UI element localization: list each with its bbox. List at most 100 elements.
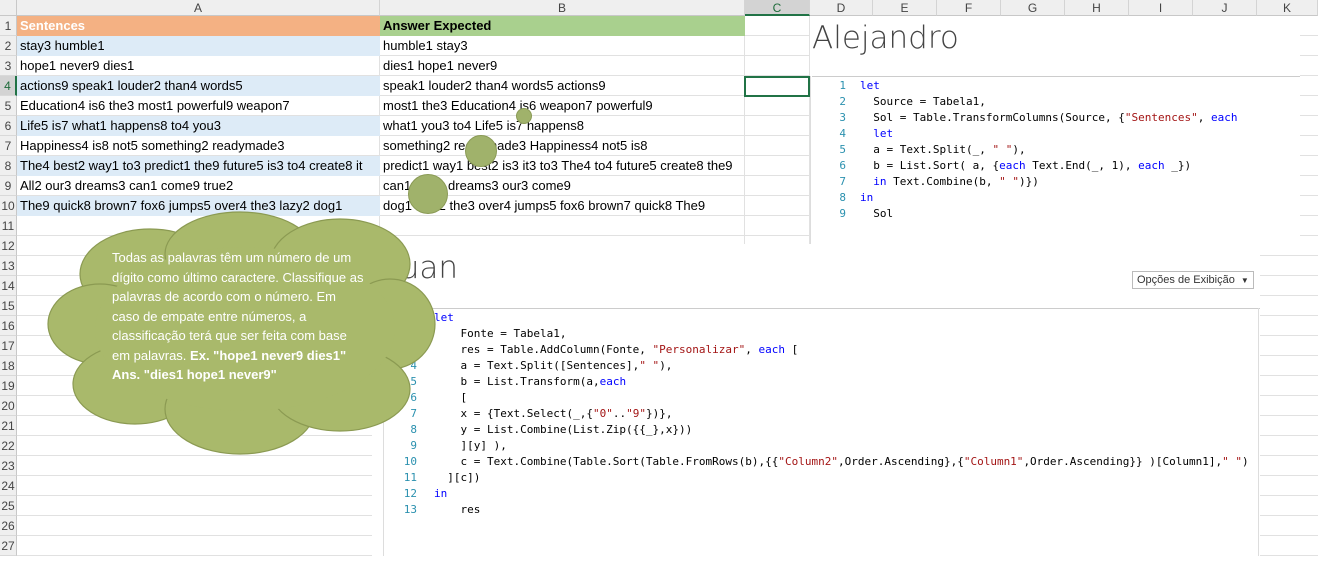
row-header-5[interactable]: 5: [0, 96, 17, 116]
row-header-3[interactable]: 3: [0, 56, 17, 76]
row-header-20[interactable]: 20: [0, 396, 17, 416]
cell-sentence[interactable]: Education4 is6 the3 most1 powerful9 weap…: [17, 96, 380, 116]
row-header-21[interactable]: 21: [0, 416, 17, 436]
row-header-8[interactable]: 8: [0, 156, 17, 176]
column-header-e[interactable]: E: [873, 0, 937, 16]
thought-bubble-large: [408, 174, 448, 214]
row-header-2[interactable]: 2: [0, 36, 17, 56]
cell-answer[interactable]: something2 readymade3 Happiness4 not5 is…: [380, 136, 745, 156]
alejandro-code-editor[interactable]: 1 let 2 Source = Tabela1, 3 Sol = Table.Tra…: [810, 78, 1300, 222]
code-line: 7 x = {Text.Select(_,{"0".."9"})},: [384, 406, 1260, 422]
code-line: 9 ][y] ),: [384, 438, 1260, 454]
row-header-1[interactable]: 1: [0, 16, 17, 36]
cell-sentence[interactable]: Happiness4 is8 not5 something2 readymade…: [17, 136, 380, 156]
column-header-h[interactable]: H: [1065, 0, 1129, 16]
cell-answer[interactable]: humble1 stay3: [380, 36, 745, 56]
display-options-dropdown[interactable]: Opções de Exibição ▼: [1132, 271, 1254, 289]
row-header-16[interactable]: 16: [0, 316, 17, 336]
row-header-14[interactable]: 14: [0, 276, 17, 296]
row-header-27[interactable]: 27: [0, 536, 17, 556]
cloud-callout-text: Todas as palavras têm um número de um dí…: [112, 248, 364, 385]
luan-code-editor[interactable]: 1let2 Fonte = Tabela1,3 res = Table.AddC…: [384, 310, 1260, 518]
column-header-f[interactable]: F: [937, 0, 1001, 16]
thought-bubble-small: [516, 108, 532, 124]
row-header-19[interactable]: 19: [0, 376, 17, 396]
column-header-i[interactable]: I: [1129, 0, 1193, 16]
code-line: 11 ][c]): [384, 470, 1260, 486]
code-line: 12 in: [384, 486, 1260, 502]
cell-answer[interactable]: what1 you3 to4 Life5 is7 happens8: [380, 116, 745, 136]
code-text: ][c]): [434, 471, 481, 484]
column-header-d[interactable]: D: [810, 0, 873, 16]
active-cell[interactable]: [744, 76, 810, 97]
row-header-6[interactable]: 6: [0, 116, 17, 136]
row-header-18[interactable]: 18: [0, 356, 17, 376]
code-text: Sol: [860, 207, 894, 220]
alejandro-panel: Alejandro 1 let 2 Source = Tabela1, 3 Sol =…: [810, 16, 1300, 244]
row-header-26[interactable]: 26: [0, 516, 17, 536]
row-header-11[interactable]: 11: [0, 216, 17, 236]
cell-answer[interactable]: dies1 hope1 never9: [380, 56, 745, 76]
select-all-corner[interactable]: [0, 0, 17, 16]
code-text: res: [434, 503, 481, 516]
line-number: 13: [403, 503, 417, 516]
column-header-c[interactable]: C: [745, 0, 810, 16]
row-header-24[interactable]: 24: [0, 476, 17, 496]
cell-sentence[interactable]: Life5 is7 what1 happens8 to4 you3: [17, 116, 380, 136]
display-options-label: Opções de Exibição: [1137, 274, 1235, 286]
code-line: 3 Sol = Table.TransformColumns(Source, {…: [810, 110, 1300, 126]
column-header-k[interactable]: K: [1257, 0, 1318, 16]
code-line: 6 b = List.Sort( a, {each Text.End(_, 1)…: [810, 158, 1300, 174]
cell-answer[interactable]: predict1 way1 best2 is3 it3 to3 The4 to4…: [380, 156, 745, 176]
code-line: 13 res: [384, 502, 1260, 518]
code-text: in: [434, 487, 448, 500]
code-text: c = Text.Combine(Table.Sort(Table.FromRo…: [434, 455, 1249, 468]
row-header-15[interactable]: 15: [0, 296, 17, 316]
code-line: 7 in Text.Combine(b, " ")}): [810, 174, 1300, 190]
code-text: a = Text.Split([Sentences]," "),: [434, 359, 673, 372]
header-answer-expected[interactable]: Answer Expected: [380, 16, 745, 36]
code-line: 4 let: [810, 126, 1300, 142]
alejandro-title: Alejandro: [812, 20, 959, 56]
code-line: 2 Source = Tabela1,: [810, 94, 1300, 110]
row-header-10[interactable]: 10: [0, 196, 17, 216]
code-text: let: [860, 79, 880, 92]
cell-sentence[interactable]: The4 best2 way1 to3 predict1 the9 future…: [17, 156, 380, 176]
code-text: Sol = Table.TransformColumns(Source, {"S…: [860, 111, 1238, 124]
column-header-g[interactable]: G: [1001, 0, 1065, 16]
row-header-22[interactable]: 22: [0, 436, 17, 456]
cell-sentence[interactable]: hope1 never9 dies1: [17, 56, 380, 76]
cell-answer[interactable]: most1 the3 Education4 is6 weapon7 powerf…: [380, 96, 745, 116]
code-line: 1let: [384, 310, 1260, 326]
line-number: 7: [839, 175, 846, 188]
code-text: in Text.Combine(b, " ")}): [873, 175, 1039, 188]
cell-sentence[interactable]: stay3 humble1: [17, 36, 380, 56]
luan-panel: Luan Opções de Exibição ▼ 1let2 Fonte = …: [372, 244, 1260, 573]
cell-sentence[interactable]: All2 our3 dreams3 can1 come9 true2: [17, 176, 380, 196]
line-number: 4: [839, 127, 846, 140]
cell-sentence[interactable]: actions9 speak1 louder2 than4 words5: [17, 76, 380, 96]
header-sentences[interactable]: Sentences: [17, 16, 380, 36]
row-header-7[interactable]: 7: [0, 136, 17, 156]
code-line: 10 c = Text.Combine(Table.Sort(Table.Fro…: [384, 454, 1260, 470]
code-line: 3 res = Table.AddColumn(Fonte, "Personal…: [384, 342, 1260, 358]
code-line: 5 a = Text.Split(_, " "),: [810, 142, 1300, 158]
column-header-b[interactable]: B: [380, 0, 745, 16]
column-header-j[interactable]: J: [1193, 0, 1257, 16]
chevron-down-icon: ▼: [1240, 276, 1249, 285]
row-header-4[interactable]: 4: [0, 76, 17, 96]
column-header-a[interactable]: A: [17, 0, 380, 16]
line-number: 5: [839, 143, 846, 156]
code-line: 6 [: [384, 390, 1260, 406]
code-line: 9 Sol: [810, 206, 1300, 222]
line-number: 6: [839, 159, 846, 172]
row-header-9[interactable]: 9: [0, 176, 17, 196]
cell-answer[interactable]: speak1 louder2 than4 words5 actions9: [380, 76, 745, 96]
row-header-23[interactable]: 23: [0, 456, 17, 476]
row-header-17[interactable]: 17: [0, 336, 17, 356]
row-header-12[interactable]: 12: [0, 236, 17, 256]
line-number: 1: [839, 79, 846, 92]
row-header-13[interactable]: 13: [0, 256, 17, 276]
row-header-25[interactable]: 25: [0, 496, 17, 516]
luan-editor-border: [383, 308, 1260, 309]
